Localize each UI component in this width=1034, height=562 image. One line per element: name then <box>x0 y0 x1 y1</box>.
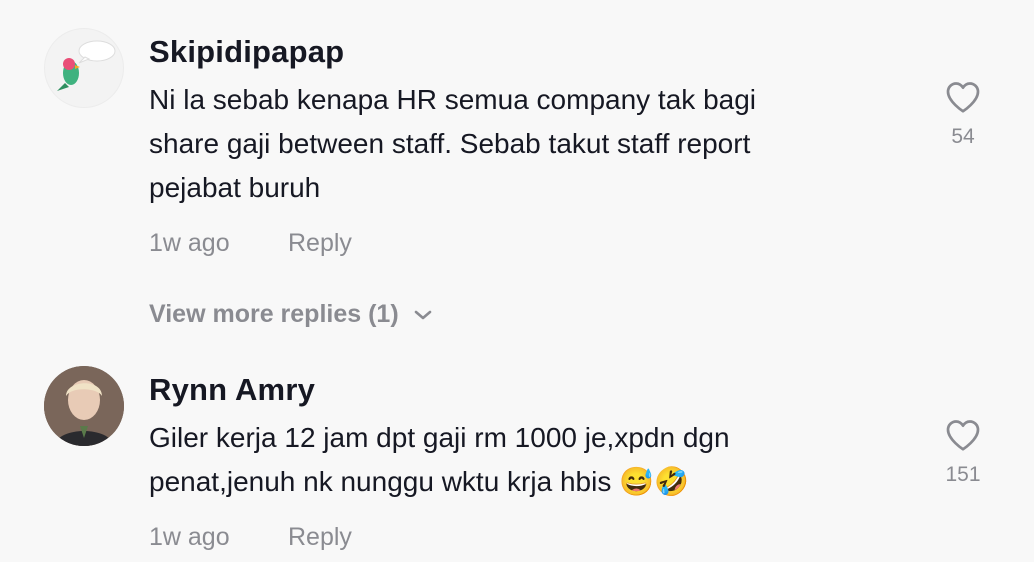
comment-line: Ni la sebab kenapa HR semua company tak … <box>149 84 757 115</box>
reply-button[interactable]: Reply <box>288 229 352 258</box>
username[interactable]: Skipidipapap <box>149 34 344 70</box>
comment-line: pejabat buruh <box>149 172 321 203</box>
view-more-replies-button[interactable]: View more replies (1) <box>149 300 433 329</box>
timestamp: 1w ago <box>149 229 230 257</box>
comment-meta: 1w ago Reply <box>149 523 352 552</box>
comment-line: share gaji between staff. Sebab takut st… <box>149 128 751 159</box>
heart-icon <box>946 82 980 113</box>
heart-icon <box>946 420 980 451</box>
comment-meta: 1w ago Reply <box>149 229 352 258</box>
comment-text: Giler kerja 12 jam dpt gaji rm 1000 je,x… <box>149 416 869 504</box>
parrot-sticker-icon <box>57 40 116 91</box>
chevron-down-icon <box>414 310 431 319</box>
like-count: 151 <box>945 463 981 486</box>
profile-photo <box>44 366 124 446</box>
username[interactable]: Rynn Amry <box>149 372 315 408</box>
view-more-label: View more replies (1) <box>149 300 399 328</box>
like-button[interactable]: 151 <box>935 418 991 487</box>
comment-line: penat,jenuh nk nunggu wktu krja hbis 😅🤣 <box>149 466 689 497</box>
avatar[interactable] <box>44 28 124 108</box>
comment-line: Giler kerja 12 jam dpt gaji rm 1000 je,x… <box>149 422 730 453</box>
comment-text: Ni la sebab kenapa HR semua company tak … <box>149 78 869 210</box>
like-button[interactable]: 54 <box>935 80 991 149</box>
like-count: 54 <box>951 125 975 148</box>
avatar[interactable] <box>44 366 124 446</box>
reply-button[interactable]: Reply <box>288 523 352 552</box>
timestamp: 1w ago <box>149 523 230 551</box>
